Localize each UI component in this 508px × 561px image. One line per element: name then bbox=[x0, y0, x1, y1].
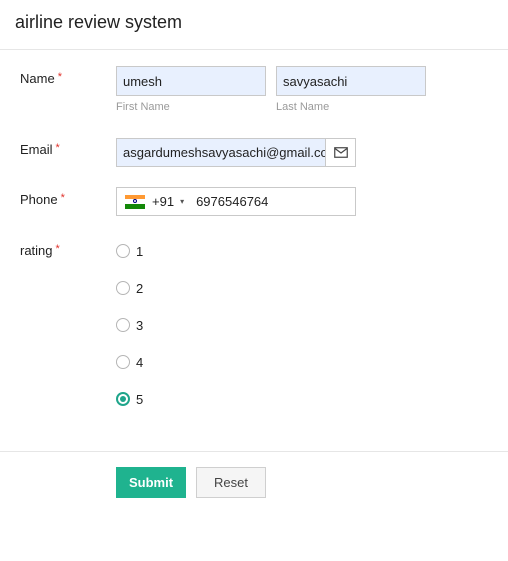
radio-label: 3 bbox=[136, 317, 144, 333]
radio-button[interactable] bbox=[116, 355, 130, 369]
email-input[interactable]: asgardumeshsavyasachi@gmail.com bbox=[116, 138, 326, 167]
page-title: airline review system bbox=[15, 12, 183, 32]
india-flag-icon[interactable] bbox=[125, 194, 145, 209]
name-label: Name * bbox=[20, 71, 62, 86]
email-label-text: Email bbox=[20, 142, 53, 157]
rating-option-3[interactable]: 3 bbox=[116, 316, 143, 334]
name-label-text: Name bbox=[20, 71, 55, 86]
rating-option-4[interactable]: 4 bbox=[116, 353, 143, 371]
radio-label: 4 bbox=[136, 354, 144, 370]
first-name-input[interactable]: umesh bbox=[116, 66, 266, 96]
submit-button[interactable]: Submit bbox=[116, 467, 186, 498]
reset-button[interactable]: Reset bbox=[196, 467, 266, 498]
divider bbox=[0, 451, 508, 452]
email-addon bbox=[326, 138, 356, 167]
rating-label: rating * bbox=[20, 243, 60, 258]
radio-button-selected[interactable] bbox=[116, 392, 130, 406]
required-mark: * bbox=[57, 71, 62, 83]
required-mark: * bbox=[55, 142, 60, 154]
rating-label-text: rating bbox=[20, 243, 53, 258]
last-name-input[interactable]: savyasachi bbox=[276, 66, 426, 96]
first-name-value: umesh bbox=[123, 73, 163, 89]
envelope-icon bbox=[333, 147, 348, 158]
phone-value[interactable]: 6976546764 bbox=[196, 194, 268, 209]
phone-input[interactable]: +91 ▾ 6976546764 bbox=[116, 187, 356, 216]
radio-label: 2 bbox=[136, 280, 144, 296]
last-name-value: savyasachi bbox=[283, 73, 348, 89]
required-mark: * bbox=[60, 192, 65, 204]
dial-code[interactable]: +91 bbox=[152, 194, 174, 209]
last-name-sublabel: Last Name bbox=[276, 101, 330, 113]
page-header: airline review system bbox=[0, 0, 508, 50]
radio-button[interactable] bbox=[116, 281, 130, 295]
rating-option-1[interactable]: 1 bbox=[116, 242, 143, 260]
email-value: asgardumeshsavyasachi@gmail.com bbox=[123, 145, 326, 160]
required-mark: * bbox=[55, 243, 60, 255]
rating-option-2[interactable]: 2 bbox=[116, 279, 143, 297]
phone-label: Phone * bbox=[20, 192, 65, 207]
first-name-sublabel: First Name bbox=[116, 101, 170, 113]
rating-option-5[interactable]: 5 bbox=[116, 390, 143, 408]
radio-button[interactable] bbox=[116, 244, 130, 258]
phone-label-text: Phone bbox=[20, 192, 58, 207]
radio-label: 5 bbox=[136, 391, 144, 407]
radio-button[interactable] bbox=[116, 318, 130, 332]
chevron-down-icon[interactable]: ▾ bbox=[180, 197, 184, 206]
email-label: Email * bbox=[20, 142, 60, 157]
radio-label: 1 bbox=[136, 243, 144, 259]
